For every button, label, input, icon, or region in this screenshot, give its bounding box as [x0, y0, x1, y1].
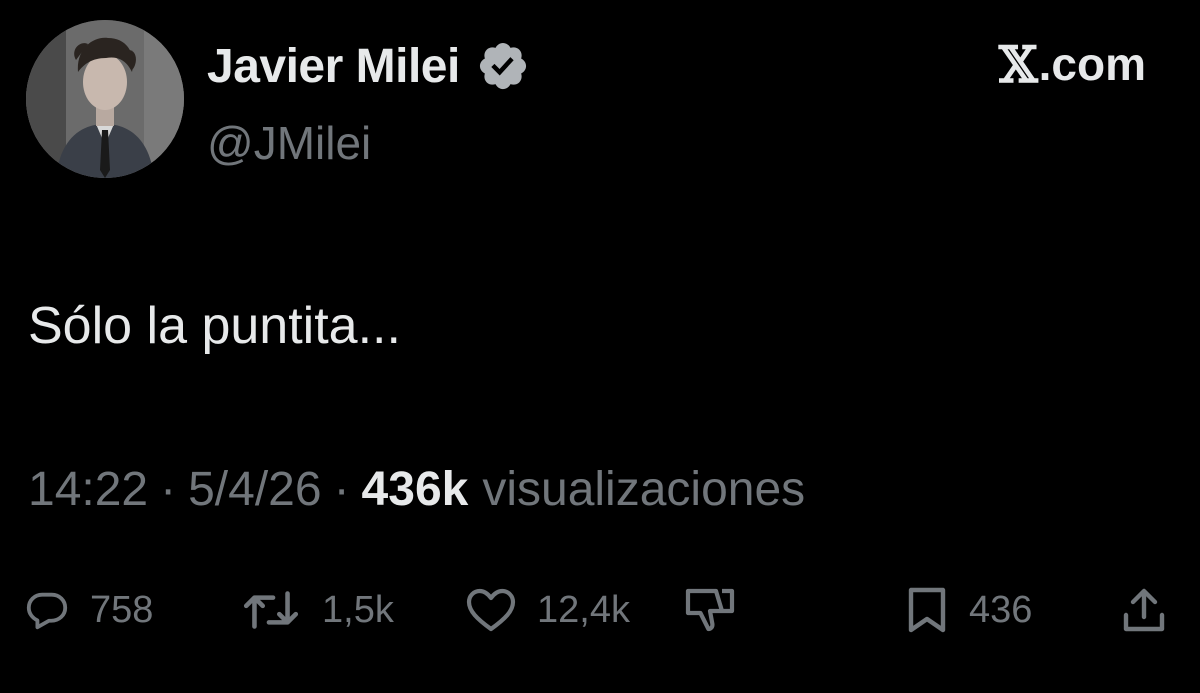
tweet-card: Javier Milei @JMilei 𝕏 .com Sólo la punti… [0, 0, 1200, 693]
share-button[interactable] [1120, 578, 1168, 642]
tweet-meta: 14:22 · 5/4/26 · 436k visualizaciones [28, 462, 805, 517]
tweet-text: Sólo la puntita... [28, 297, 401, 355]
author-display-name[interactable]: Javier Milei [207, 39, 460, 94]
brand-suffix: .com [1038, 38, 1146, 90]
author-name-row: Javier Milei [207, 36, 530, 96]
reply-icon [26, 592, 68, 630]
like-button[interactable]: 12,4k [465, 578, 630, 642]
dislike-button[interactable] [684, 578, 736, 642]
verified-badge-icon [476, 39, 530, 93]
author-handle[interactable]: @JMilei [207, 116, 371, 170]
bookmark-count: 436 [969, 588, 1033, 631]
repost-button[interactable]: 1,5k [240, 578, 394, 642]
avatar[interactable] [26, 20, 184, 178]
thumbs-down-icon [685, 588, 735, 632]
repost-count: 1,5k [322, 588, 394, 631]
repost-icon [243, 591, 299, 629]
avatar-photo [26, 20, 184, 178]
brand-logo: 𝕏 .com [998, 34, 1146, 94]
views-count: 436k [361, 463, 469, 516]
meta-separator: · [160, 463, 177, 516]
tweet-date[interactable]: 5/4/26 [188, 462, 321, 517]
heart-icon [466, 588, 516, 632]
action-bar: 758 1,5k 12,4k 436 [0, 578, 1200, 642]
meta-separator: · [333, 463, 350, 516]
tweet-time[interactable]: 14:22 [28, 462, 148, 517]
x-logo-icon: 𝕏 [998, 34, 1038, 94]
bookmark-icon [908, 587, 946, 633]
reply-button[interactable]: 758 [24, 578, 153, 642]
reply-count: 758 [90, 588, 154, 631]
share-icon [1123, 588, 1165, 632]
views-label: visualizaciones [482, 463, 806, 516]
bookmark-button[interactable]: 436 [905, 578, 1032, 642]
like-count: 12,4k [537, 588, 630, 631]
